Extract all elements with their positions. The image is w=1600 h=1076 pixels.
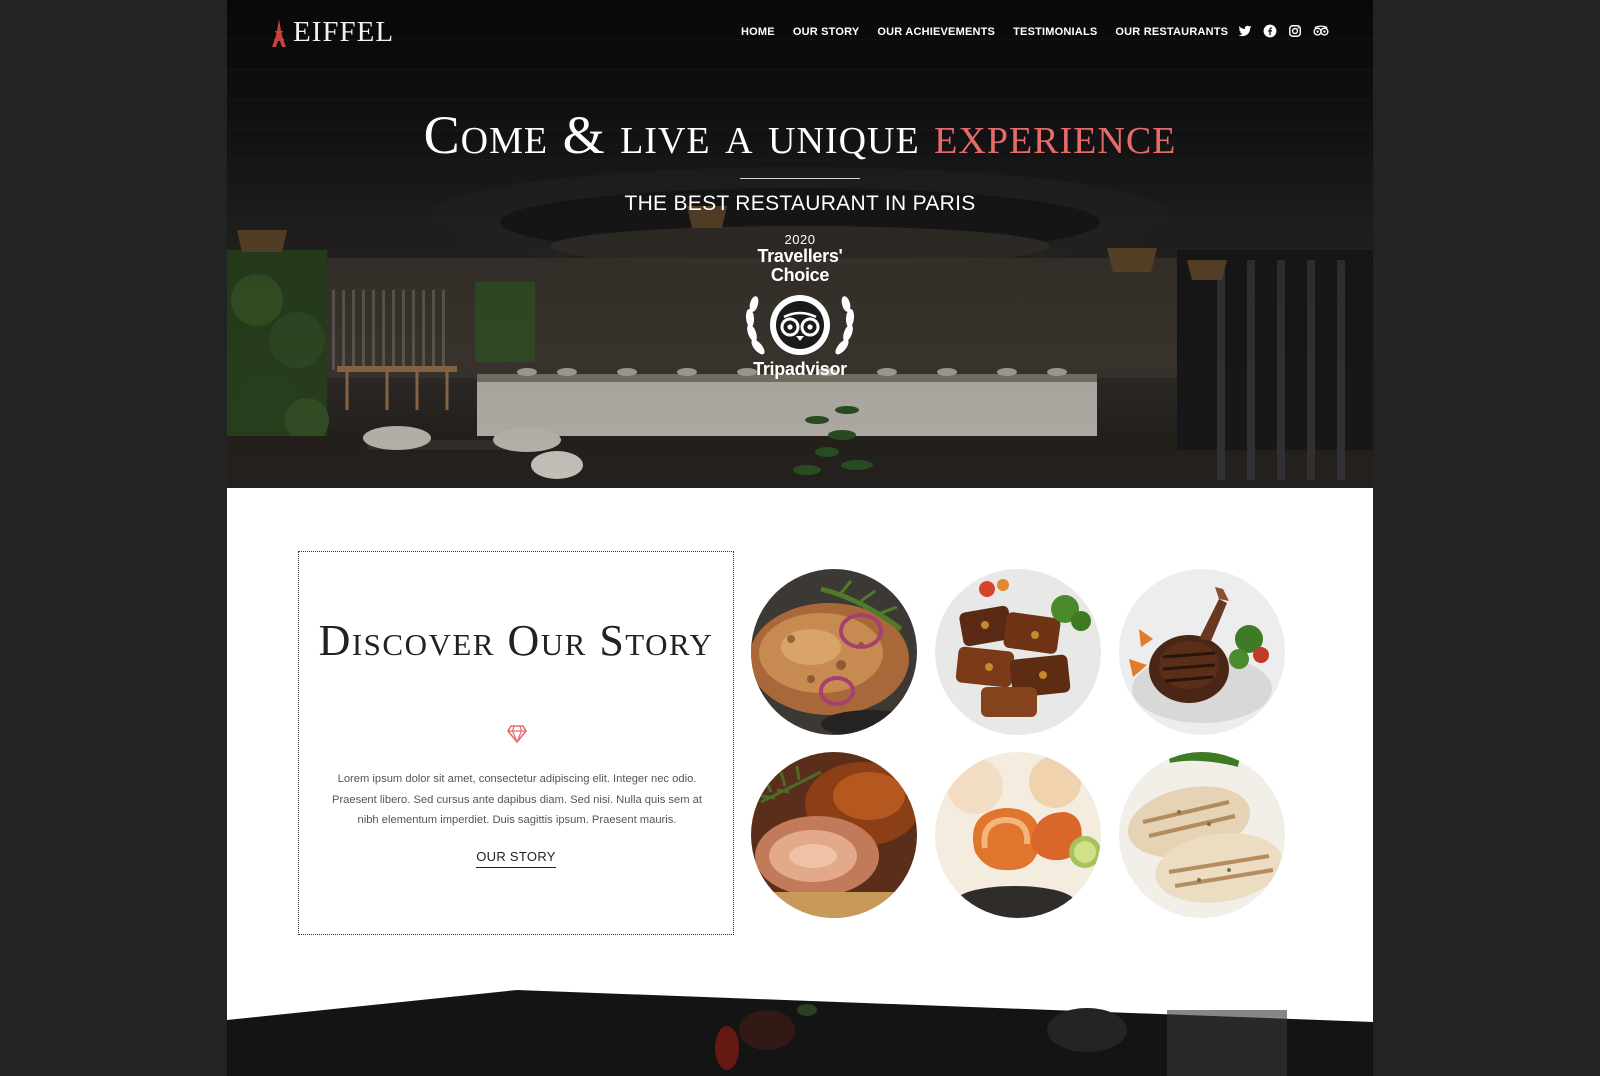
social-links xyxy=(1238,24,1329,38)
brand-name: EIFFEL xyxy=(293,16,395,48)
dish-image xyxy=(751,569,917,735)
travellers-choice-badge: 2020 Travellers' Choice Tripadvisor xyxy=(724,232,876,380)
page: EIFFEL HOME OUR STORY OUR ACHIEVEMENTS T… xyxy=(227,0,1373,1076)
food-section-background xyxy=(227,990,1373,1076)
diamond-icon xyxy=(507,725,527,743)
nav-our-story[interactable]: OUR STORY xyxy=(793,26,860,38)
nav-our-achievements[interactable]: OUR ACHIEVEMENTS xyxy=(877,26,995,38)
nav-testimonials[interactable]: TESTIMONIALS xyxy=(1013,26,1097,38)
dish-image xyxy=(751,752,917,918)
dish-image xyxy=(1119,569,1285,735)
dish-image xyxy=(1119,752,1285,918)
badge-line1: Travellers' xyxy=(757,246,843,266)
tripadvisor-icon[interactable] xyxy=(1313,24,1329,38)
hero-subtitle: THE BEST RESTAURANT IN PARIS xyxy=(624,192,976,215)
hero-divider xyxy=(740,178,860,179)
facebook-icon[interactable] xyxy=(1263,24,1277,38)
nav-home[interactable]: HOME xyxy=(741,26,775,38)
dish-image xyxy=(935,569,1101,735)
our-story-link[interactable]: OUR STORY xyxy=(476,849,556,868)
hero-title: Come & live a unique experience xyxy=(227,104,1373,166)
nav-our-restaurants[interactable]: OUR RESTAURANTS xyxy=(1115,26,1228,38)
story-card: Discover Our Story Lorem ipsum dolor sit… xyxy=(298,551,734,935)
instagram-icon[interactable] xyxy=(1288,24,1302,38)
hero-title-accent: experience xyxy=(934,105,1177,165)
story-link-wrap: OUR STORY xyxy=(299,848,733,868)
story-text: Lorem ipsum dolor sit amet, consectetur … xyxy=(331,773,702,826)
tripadvisor-owl-laurel-icon xyxy=(745,295,855,355)
badge-brand: Tripadvisor xyxy=(753,359,847,379)
twitter-icon[interactable] xyxy=(1238,24,1252,38)
top-nav: EIFFEL HOME OUR STORY OUR ACHIEVEMENTS T… xyxy=(227,0,1373,64)
badge-year: 2020 xyxy=(784,232,816,247)
hero-title-main: Come & live a unique xyxy=(423,105,935,165)
eiffel-tower-icon xyxy=(272,18,286,47)
logo[interactable]: EIFFEL xyxy=(271,16,394,49)
main-menu: HOME OUR STORY OUR ACHIEVEMENTS TESTIMON… xyxy=(741,26,1228,38)
badge-line2: Choice xyxy=(770,265,830,285)
story-title: Discover Our Story xyxy=(318,616,714,665)
dish-image xyxy=(935,752,1101,918)
hero-section: EIFFEL HOME OUR STORY OUR ACHIEVEMENTS T… xyxy=(227,0,1373,488)
